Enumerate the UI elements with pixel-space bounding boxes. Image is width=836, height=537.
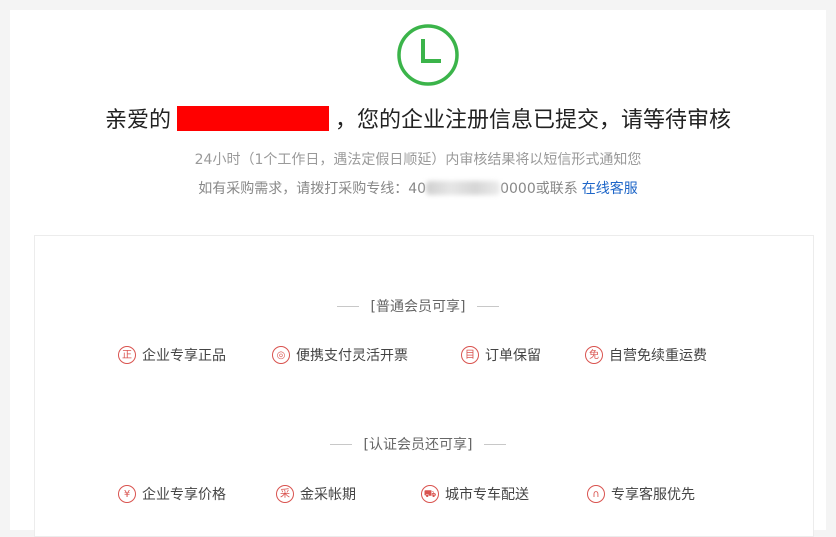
headline-prefix: 亲爱的 bbox=[104, 108, 171, 133]
price-icon: ¥ bbox=[118, 485, 136, 503]
delivery-icon: ⛟ bbox=[421, 485, 439, 503]
hotline-suffix: 0000或联系 bbox=[500, 181, 578, 197]
redacted-company-name bbox=[177, 105, 329, 131]
benefit-label: 订单保留 bbox=[485, 348, 541, 364]
benefit-genuine: 正 企业专享正品 bbox=[118, 345, 226, 365]
benefit-label: 自营免续重运费 bbox=[609, 348, 707, 364]
regular-member-title-text: [普通会员可享] bbox=[370, 299, 466, 315]
review-notice: 24小时（1个工作日，遇法定假日顺延）内审核结果将以短信形式通知您 bbox=[194, 152, 642, 168]
regular-benefits-row: 正 企业专享正品 ◎ 便携支付灵活开票 目 订单保留 免 自营免续重运费 bbox=[0, 345, 836, 365]
online-service-link[interactable]: 在线客服 bbox=[582, 181, 638, 197]
certified-benefits-row: ¥ 企业专享价格 采 金采帐期 ⛟ 城市专车配送 ∩ 专享客服优先 bbox=[0, 484, 836, 504]
benefit-label: 企业专享价格 bbox=[142, 487, 226, 503]
benefit-priority-support: ∩ 专享客服优先 bbox=[587, 484, 695, 504]
headline-suffix: ，您的企业注册信息已提交，请等待审核 bbox=[335, 108, 732, 133]
invoice-icon: ◎ bbox=[272, 346, 290, 364]
title-divider-right bbox=[477, 305, 500, 307]
status-headline: 亲爱的 ，您的企业注册信息已提交，请等待审核 bbox=[0, 101, 836, 135]
benefit-invoice: ◎ 便携支付灵活开票 bbox=[272, 345, 408, 365]
regular-member-title: [普通会员可享] bbox=[0, 296, 836, 316]
free-shipping-icon: 免 bbox=[585, 346, 603, 364]
certified-member-title-text: [认证会员还可享] bbox=[363, 437, 473, 453]
support-icon: ∩ bbox=[587, 485, 605, 503]
genuine-icon: 正 bbox=[118, 346, 136, 364]
hotline-prefix: 如有采购需求，请拨打采购专线：40 bbox=[198, 181, 427, 197]
benefit-free-shipping: 免 自营免续重运费 bbox=[585, 345, 707, 365]
benefit-label: 企业专享正品 bbox=[142, 348, 226, 364]
title-divider-right bbox=[484, 443, 507, 445]
title-divider-left bbox=[329, 443, 352, 445]
benefit-order-hold: 目 订单保留 bbox=[461, 345, 541, 365]
clock-icon bbox=[397, 24, 459, 86]
procurement-icon: 采 bbox=[276, 485, 294, 503]
title-divider-left bbox=[336, 305, 359, 307]
benefit-credit-term: 采 金采帐期 bbox=[276, 484, 356, 504]
order-icon: 目 bbox=[461, 346, 479, 364]
certified-member-title: [认证会员还可享] bbox=[0, 434, 836, 454]
benefit-label: 专享客服优先 bbox=[611, 487, 695, 503]
procurement-contact: 如有采购需求，请拨打采购专线：40 0000或联系 在线客服 bbox=[0, 178, 836, 198]
benefit-label: 便携支付灵活开票 bbox=[296, 348, 408, 364]
benefit-exclusive-price: ¥ 企业专享价格 bbox=[118, 484, 226, 504]
benefit-label: 城市专车配送 bbox=[445, 487, 529, 503]
benefit-label: 金采帐期 bbox=[300, 487, 356, 503]
benefit-city-delivery: ⛟ 城市专车配送 bbox=[421, 484, 529, 504]
blurred-phone-digits bbox=[426, 181, 501, 195]
